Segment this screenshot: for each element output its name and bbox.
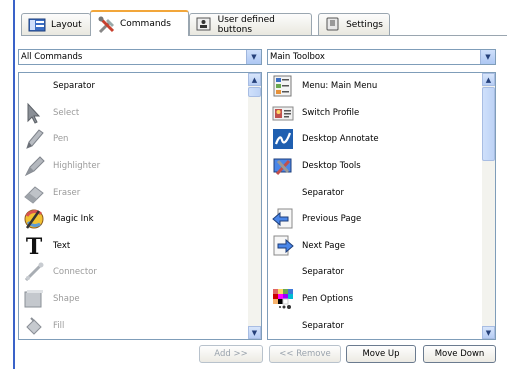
text-icon: T (23, 234, 45, 260)
previous-page-icon (272, 208, 294, 230)
main-menu-icon (272, 75, 294, 97)
window-left-edge (0, 0, 15, 369)
desktop-tools-icon (272, 155, 294, 177)
list-item[interactable]: Next Page (268, 233, 483, 260)
left-list-scrollbar[interactable]: ▲ ▼ (248, 73, 261, 339)
command-filter-select[interactable]: All Commands ▼ (18, 49, 262, 65)
list-item[interactable]: Select (19, 100, 249, 127)
connector-icon (23, 261, 45, 283)
tab-user-defined-buttons[interactable]: User defined buttons (189, 13, 312, 35)
highlighter-icon (23, 155, 45, 177)
chevron-down-icon[interactable]: ▼ (246, 50, 261, 64)
list-item[interactable]: Desktop Annotate (268, 126, 483, 153)
layout-icon (28, 17, 46, 33)
list-item[interactable]: Menu: Main Menu (268, 73, 483, 100)
move-down-button[interactable]: Move Down (423, 345, 496, 363)
list-item[interactable]: Pen (19, 126, 249, 153)
list-item[interactable]: Highlighter (19, 153, 249, 180)
tab-label: Layout (51, 19, 82, 30)
list-item[interactable]: Eraser (19, 179, 249, 206)
user-button-icon (196, 17, 213, 33)
list-item[interactable]: Desktop Tools (268, 153, 483, 180)
tools-icon (97, 16, 115, 34)
list-item-label: Pen (53, 134, 69, 145)
list-item[interactable]: Separator (268, 259, 483, 286)
tab-label: Commands (120, 19, 171, 29)
commands-panel: Layout Commands User defined buttons Set… (15, 0, 510, 369)
list-item-label: Desktop Annotate (302, 134, 379, 145)
list-item-label: Previous Page (302, 214, 362, 225)
list-item-label: Separator (302, 320, 344, 331)
switch-profile-icon (272, 102, 294, 124)
command-filter-value: All Commands (21, 52, 83, 62)
list-item-label: Select (53, 107, 80, 118)
list-item-label: Menu: Main Menu (302, 81, 378, 92)
remove-button[interactable]: << Remove (269, 345, 341, 363)
list-item[interactable]: Shape (19, 286, 249, 313)
list-item-label: Eraser (53, 187, 81, 198)
svg-text:T: T (26, 235, 43, 257)
list-item-label: Separator (53, 81, 95, 92)
pen-icon (23, 128, 45, 150)
toolbar-select[interactable]: Main Toolbox ▼ (267, 49, 496, 65)
list-item[interactable]: Connector (19, 259, 249, 286)
list-item-label: Desktop Tools (302, 161, 361, 172)
list-item[interactable]: T Text (19, 233, 249, 260)
next-page-icon (272, 235, 294, 257)
list-item-label: Text (53, 240, 71, 251)
list-item[interactable]: Separator (19, 73, 249, 100)
list-item-label: Separator (302, 187, 344, 198)
list-item[interactable]: Switch Profile (268, 100, 483, 127)
list-item-label: Magic Ink (53, 214, 94, 225)
list-item-label: Next Page (302, 240, 346, 251)
fill-icon (23, 315, 45, 337)
scroll-thumb[interactable] (248, 87, 261, 97)
scroll-up-button[interactable]: ▲ (248, 73, 261, 86)
scroll-thumb[interactable] (482, 87, 495, 161)
desktop-annotate-icon (272, 128, 294, 150)
chevron-down-icon[interactable]: ▼ (480, 50, 495, 64)
list-item-label: Switch Profile (302, 107, 360, 118)
list-item-label: Fill (53, 320, 65, 331)
tab-commands[interactable]: Commands (90, 10, 189, 36)
move-up-button[interactable]: Move Up (346, 345, 416, 363)
scroll-up-button[interactable]: ▲ (482, 73, 495, 86)
list-item-label: Connector (53, 267, 97, 278)
list-item-label: Pen Options (302, 294, 353, 305)
magic-ink-icon (23, 208, 45, 230)
right-list-scrollbar[interactable]: ▲ ▼ (482, 73, 495, 339)
list-item-label: Shape (53, 294, 80, 305)
eraser-icon (23, 182, 45, 204)
scroll-down-button[interactable]: ▼ (248, 326, 261, 339)
list-item[interactable]: Pen Options (268, 286, 483, 313)
toolbar-select-value: Main Toolbox (270, 52, 325, 62)
pen-options-icon (272, 288, 294, 310)
toolbar-commands-list[interactable]: Menu: Main Menu Switch Profile Desktop A… (267, 72, 496, 340)
tab-label: User defined buttons (217, 14, 275, 35)
add-button[interactable]: Add >> (199, 345, 263, 363)
select-arrow-icon (23, 102, 45, 124)
list-item[interactable]: Fill (19, 312, 249, 339)
list-item-label: Separator (302, 267, 344, 278)
list-item[interactable]: Previous Page (268, 206, 483, 233)
list-item[interactable]: Magic Ink (19, 206, 249, 233)
shape-icon (23, 288, 45, 310)
tab-label: Settings (346, 19, 383, 30)
scroll-down-button[interactable]: ▼ (482, 326, 495, 339)
list-item[interactable]: Separator (268, 312, 483, 339)
all-commands-list[interactable]: Separator Select Pen Highlighter Eraser … (18, 72, 262, 340)
tab-layout[interactable]: Layout (21, 13, 91, 35)
list-item[interactable]: Separator (268, 179, 483, 206)
tab-settings[interactable]: Settings (318, 13, 390, 35)
list-item-label: Highlighter (53, 161, 101, 172)
settings-icon (325, 17, 341, 33)
